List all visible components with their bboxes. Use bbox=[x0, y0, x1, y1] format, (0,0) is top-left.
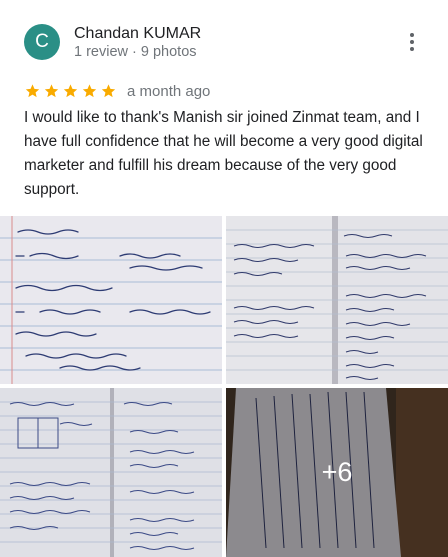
review-header: C Chandan KUMAR 1 review · 9 photos bbox=[0, 0, 448, 80]
reviewer-avatar[interactable]: C bbox=[24, 24, 60, 60]
star-icon bbox=[25, 84, 40, 98]
vertical-dots-icon bbox=[400, 33, 424, 51]
star-icon bbox=[101, 84, 116, 98]
more-photos-overlay[interactable]: +6 bbox=[226, 388, 448, 557]
reviewer-name[interactable]: Chandan KUMAR bbox=[74, 25, 201, 43]
review-text: I would like to thank's Manish sir joine… bbox=[24, 109, 423, 198]
photo-notebook-1[interactable] bbox=[0, 216, 222, 384]
reviewer-meta: 1 review · 9 photos bbox=[74, 44, 197, 60]
photo-notebook-4[interactable]: +6 bbox=[226, 388, 448, 557]
more-options-button[interactable] bbox=[400, 30, 424, 58]
rating-row: a month ago bbox=[24, 80, 210, 102]
star-icon bbox=[82, 84, 97, 98]
photo-notebook-3[interactable] bbox=[0, 388, 222, 557]
review-time: a month ago bbox=[127, 82, 211, 100]
star-icon bbox=[44, 84, 59, 98]
photo-grid: +6 bbox=[0, 216, 448, 557]
more-photos-count: +6 bbox=[321, 457, 353, 487]
star-icon bbox=[63, 84, 78, 98]
photo-notebook-2[interactable] bbox=[226, 216, 448, 384]
star-rating bbox=[24, 83, 119, 99]
